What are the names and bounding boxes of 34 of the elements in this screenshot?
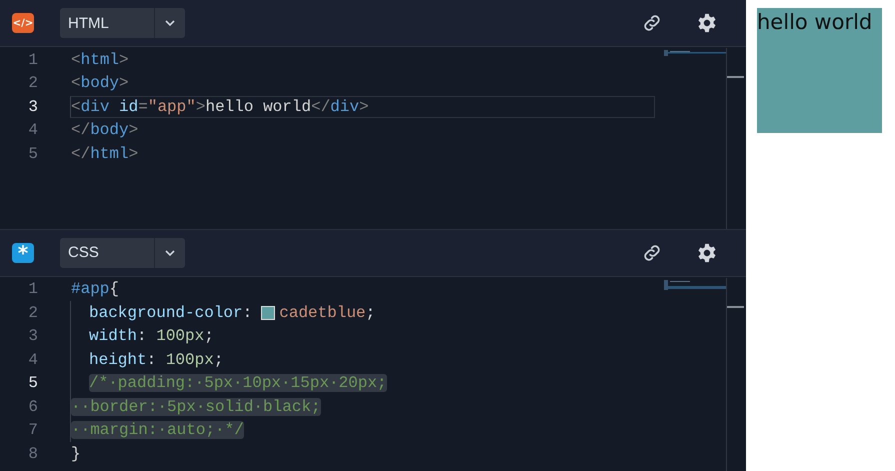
line-number: 1 — [27, 280, 39, 298]
minimap[interactable] — [664, 280, 726, 290]
code-line: </html> — [71, 144, 138, 163]
line-number: 6 — [27, 398, 39, 416]
settings-icon[interactable] — [696, 242, 718, 264]
code-line: <div id="app">hello world</div> — [71, 98, 369, 116]
line-number: 1 — [27, 50, 39, 69]
line-number: 8 — [27, 444, 39, 463]
code-line: <body> — [71, 74, 129, 92]
color-swatch[interactable] — [261, 306, 276, 320]
code-line: <html> — [71, 50, 129, 69]
line-number: 4 — [27, 350, 39, 369]
code-line: } — [71, 444, 81, 463]
line-number: 3 — [27, 327, 39, 346]
code-line: </body> — [71, 121, 138, 140]
chevron-down-icon — [164, 248, 176, 257]
asterisk-icon: * — [12, 242, 34, 263]
chevron-down-icon — [164, 19, 176, 27]
code-icon: </> — [12, 13, 34, 33]
line-number: 4 — [27, 121, 39, 140]
line-number: 5 — [27, 374, 39, 392]
line-number: 7 — [27, 421, 39, 440]
code-line: background-color: cadetblue; — [89, 304, 376, 322]
line-number: 5 — [27, 144, 39, 163]
settings-icon[interactable] — [696, 12, 718, 34]
line-number: 2 — [27, 74, 39, 92]
language-select[interactable]: CSS — [60, 238, 185, 268]
code-line: width: 100px; — [89, 327, 214, 346]
line-number: 2 — [27, 304, 39, 322]
line-number: 3 — [27, 98, 39, 116]
code-line: height: 100px; — [89, 350, 224, 369]
preview-text: hello world — [757, 10, 872, 34]
language-select[interactable]: HTML — [60, 8, 185, 38]
code-line: #app{ — [71, 280, 120, 298]
